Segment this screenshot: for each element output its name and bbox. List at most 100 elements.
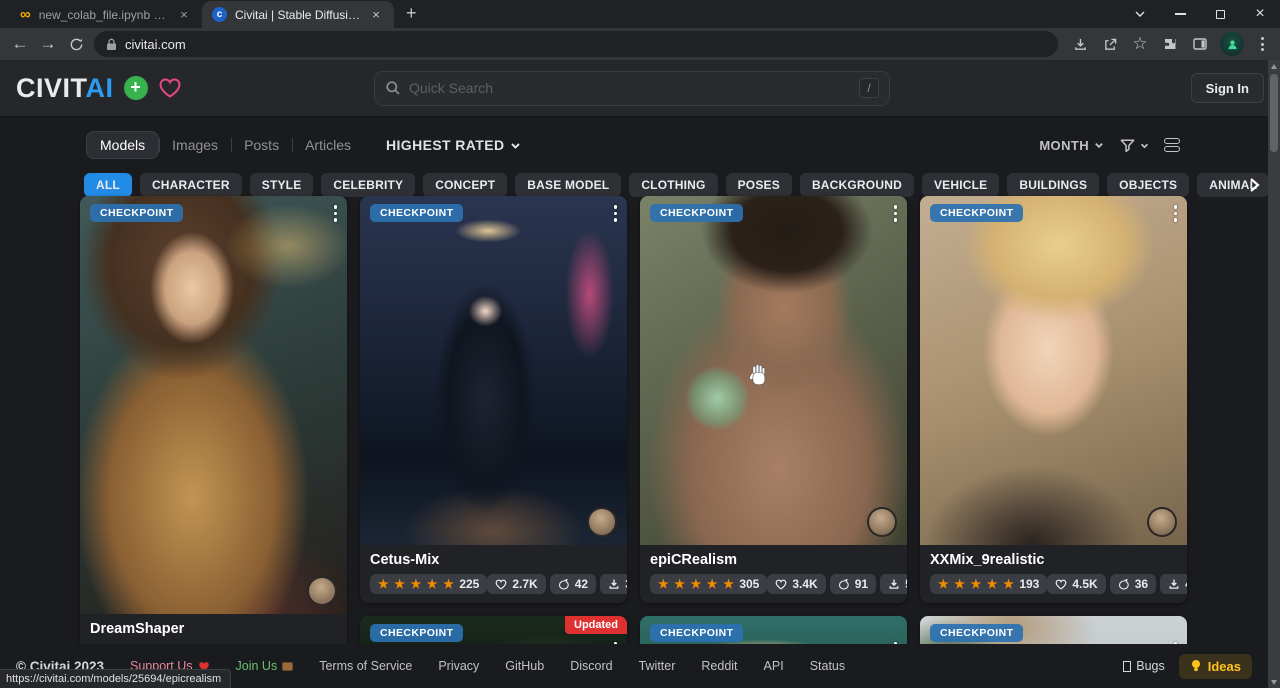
category-chip[interactable]: CLOTHING [629,173,717,197]
maximize-button[interactable] [1200,0,1240,28]
model-card-dreamshaper[interactable]: CHECKPOINT DreamShaper [80,196,347,652]
browser-menu-icon[interactable] [1250,32,1274,56]
category-chip[interactable]: POSES [726,173,792,197]
close-tab-icon[interactable]: × [176,7,192,23]
model-preview-image[interactable]: CHECKPOINT [360,196,627,545]
comment-icon [838,579,850,590]
search-bar[interactable]: / [374,71,890,106]
tab-models[interactable]: Models [86,131,159,159]
scrollbar-thumb[interactable] [1270,74,1278,152]
card-menu-icon[interactable] [614,205,618,222]
sign-in-button[interactable]: Sign In [1191,73,1264,103]
download-icon[interactable] [1066,30,1094,58]
star-icon: ★ [971,577,982,591]
forward-icon[interactable]: → [34,30,62,58]
star-icon: ★ [954,577,965,591]
address-bar[interactable]: civitai.com [94,31,1058,57]
colab-favicon-icon: ∞ [20,7,31,22]
ideas-button[interactable]: Ideas [1179,654,1252,679]
search-input[interactable] [409,80,851,96]
scroll-up-arrow-icon[interactable] [1268,60,1280,72]
category-chip[interactable]: BASE MODEL [515,173,621,197]
card-menu-icon[interactable] [334,205,338,222]
bookmark-star-icon[interactable]: ☆ [1126,30,1154,58]
close-tab-icon[interactable]: × [368,7,384,23]
creator-avatar[interactable] [307,576,337,606]
downloads-pill: 59K [880,574,907,594]
page-scrollbar[interactable] [1268,60,1280,688]
model-preview-image[interactable]: CHECKPOINT [640,196,907,545]
checkpoint-badge: CHECKPOINT [370,204,463,222]
footer-link-reddit[interactable]: Reddit [701,659,737,673]
tab-images[interactable]: Images [159,132,231,158]
scroll-down-arrow-icon[interactable] [1268,676,1280,688]
civitai-favicon-icon: c [212,7,227,22]
favorites-heart-icon[interactable] [158,77,182,99]
model-preview-image[interactable]: CHECKPOINT [80,196,347,614]
updated-badge: Updated [565,616,627,634]
minimize-button[interactable] [1160,0,1200,28]
category-chip[interactable]: STYLE [250,173,314,197]
category-chip[interactable]: CHARACTER [140,173,242,197]
star-icon: ★ [723,577,734,591]
extensions-puzzle-icon[interactable] [1156,30,1184,58]
likes-pill: 3.4K [767,574,825,594]
checkpoint-badge: CHECKPOINT [650,624,743,642]
card-menu-icon[interactable] [1174,205,1178,222]
category-chip[interactable]: ALL [84,173,132,197]
category-chip[interactable]: BACKGROUND [800,173,914,197]
filter-controls: MONTH [1039,137,1180,154]
footer-link-twitter[interactable]: Twitter [639,659,676,673]
side-panel-icon[interactable] [1186,30,1214,58]
footer-link-github[interactable]: GitHub [505,659,544,673]
tab-search-icon[interactable] [1120,0,1160,28]
model-preview-image[interactable]: CHECKPOINT [920,196,1187,545]
close-window-button[interactable]: × [1240,0,1280,28]
footer-link-api[interactable]: API [764,659,784,673]
sort-dropdown[interactable]: HIGHEST RATED [386,137,523,153]
reload-icon[interactable] [62,30,90,58]
tab-posts[interactable]: Posts [231,132,292,158]
comments-count: 42 [575,577,588,591]
footer-link-discord[interactable]: Discord [570,659,612,673]
card-menu-icon[interactable] [894,205,898,222]
create-plus-button[interactable]: + [124,76,148,100]
tab-articles[interactable]: Articles [292,132,364,158]
model-card-grid: CHECKPOINT DreamShaper CHECKPOINT [80,196,1187,676]
rating-count: 305 [739,577,759,591]
scroll-right-chevron-icon[interactable] [1247,176,1261,198]
creator-avatar[interactable] [587,507,617,537]
creator-avatar[interactable] [1147,507,1177,537]
bugs-link[interactable]: Bugs [1123,659,1165,673]
checkpoint-badge: CHECKPOINT [930,204,1023,222]
period-dropdown[interactable]: MONTH [1039,138,1105,153]
footer-link-join-us[interactable]: Join Us [236,659,294,673]
civitai-logo[interactable]: CIVITAI + [16,73,182,104]
share-icon[interactable] [1096,30,1124,58]
model-card-epicrealism[interactable]: CHECKPOINT epiCRealism ★★★★★ 305 [640,196,907,603]
download-icon [888,578,900,590]
model-card-xxmix9realistic[interactable]: CHECKPOINT XXMix_9realistic ★★★★★ 193 [920,196,1187,603]
category-chip[interactable]: OBJECTS [1107,173,1189,197]
category-chip[interactable]: BUILDINGS [1007,173,1099,197]
footer-link-terms[interactable]: Terms of Service [319,659,412,673]
browser-profile-avatar[interactable] [1220,32,1244,56]
footer-link-status[interactable]: Status [810,659,845,673]
lock-icon [106,38,117,51]
browser-toolbar: ← → civitai.com ☆ [0,28,1280,60]
category-chip[interactable]: VEHICLE [922,173,999,197]
new-tab-button[interactable]: + [406,3,417,24]
model-card-cetus-mix[interactable]: CHECKPOINT Cetus-Mix ★★★★★ 225 [360,196,627,603]
back-icon[interactable]: ← [6,30,34,58]
star-icon: ★ [443,577,454,591]
filter-funnel-dropdown[interactable] [1119,137,1150,154]
layout-toggle-icon[interactable] [1164,138,1180,152]
tab-colab[interactable]: ∞ new_colab_file.ipynb - Colaborat × [10,1,202,28]
creator-avatar[interactable] [867,507,897,537]
footer-link-privacy[interactable]: Privacy [438,659,479,673]
category-chip[interactable]: CELEBRITY [321,173,415,197]
funnel-icon [1119,137,1136,154]
category-chip[interactable]: CONCEPT [423,173,507,197]
tab-civitai[interactable]: c Civitai | Stable Diffusion models, × [202,1,394,28]
civitai-page: CIVITAI + / Sign In Models Images Posts … [0,60,1280,688]
